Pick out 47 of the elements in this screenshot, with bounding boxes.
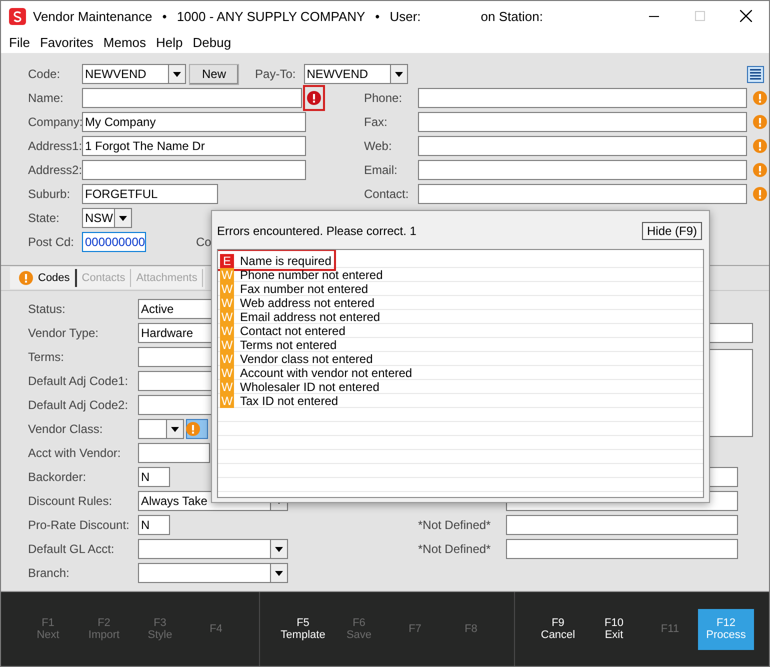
field-label: Post Cd:: [28, 235, 76, 249]
field-label: Web:: [364, 139, 393, 153]
window-title: 1000 - ANY SUPPLY COMPANY: [176, 8, 366, 24]
field-label: Name:: [28, 91, 64, 105]
field-label: Discount Rules:: [28, 494, 114, 508]
severity-badge: W: [220, 296, 234, 310]
field-label: Default GL Acct:: [28, 542, 116, 556]
severity-badge: W: [220, 366, 234, 380]
field-label: Default Adj Code2:: [28, 398, 130, 412]
dialog-title: Errors encountered. Please correct. 1: [217, 224, 416, 238]
field-label: State:: [28, 211, 60, 225]
field-label: Code:: [28, 67, 62, 81]
window-title: on Station:: [480, 8, 543, 24]
field-label: Address1:: [28, 139, 82, 153]
field-label: Vendor Type:: [28, 326, 100, 340]
field-label: Fax:: [364, 115, 388, 129]
field-label: Email:: [364, 163, 398, 177]
field-label: Default Adj Code1:: [28, 374, 130, 388]
field-label: Suburb:: [28, 187, 72, 201]
severity-badge: W: [220, 394, 234, 408]
field-label: Acct with Vendor:: [28, 446, 122, 460]
field-label: Contact:: [364, 187, 410, 201]
window-title: •: [375, 8, 380, 24]
window-title: •: [162, 8, 167, 24]
severity-badge: W: [220, 282, 234, 296]
field-label: Pay-To:: [255, 67, 296, 81]
severity-badge: W: [220, 310, 234, 324]
window-title: Vendor Maintenance: [33, 8, 152, 24]
field-label: Pro-Rate Discount:: [28, 518, 130, 532]
field-label: Branch:: [28, 566, 70, 580]
severity-badge: W: [220, 324, 234, 338]
field-label: Company:: [28, 115, 82, 129]
severity-badge: W: [220, 352, 234, 366]
field-label: *Not Defined*: [418, 542, 492, 556]
severity-badge: W: [220, 338, 234, 352]
window-title: User:: [390, 8, 421, 24]
field-label: Terms:: [28, 350, 65, 364]
severity-badge: E: [220, 254, 234, 268]
field-label: *Not Defined*: [418, 518, 492, 532]
severity-badge: W: [220, 268, 234, 282]
field-label: Co: [196, 235, 212, 249]
field-label: Phone:: [364, 91, 404, 105]
severity-badge: W: [220, 380, 234, 394]
field-label: Address2:: [28, 163, 82, 177]
field-label: Vendor Class:: [28, 422, 104, 436]
field-label: Backorder:: [28, 470, 88, 484]
field-label: Status:: [28, 302, 66, 316]
